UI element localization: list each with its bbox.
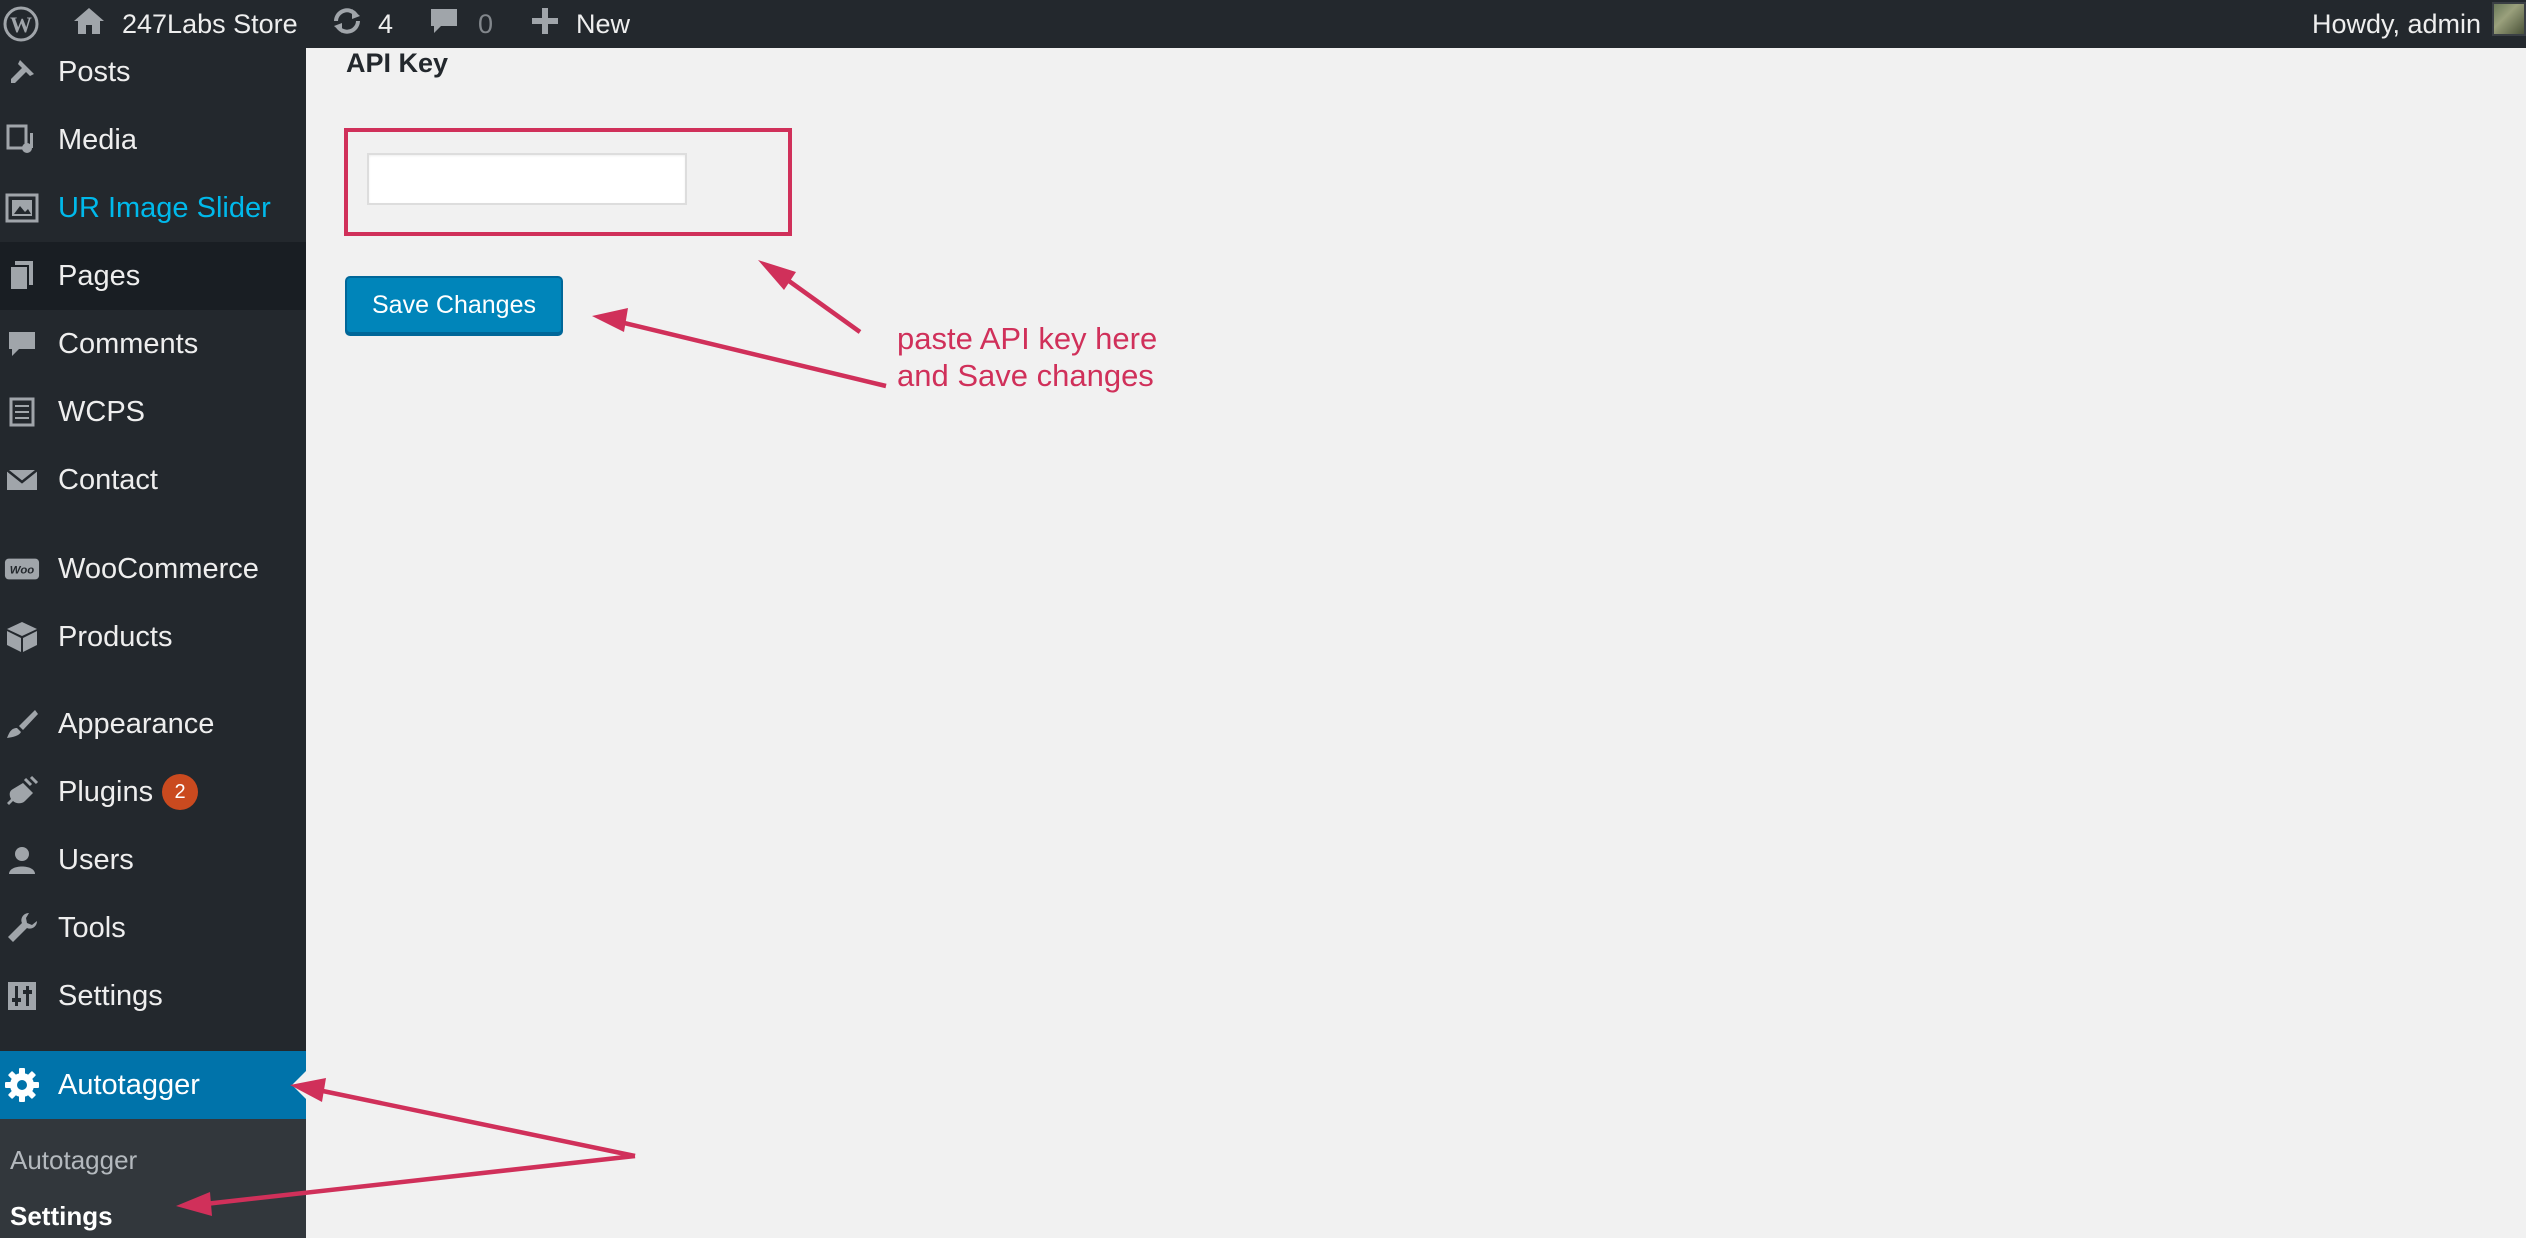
sidebar-item-label: Contact [58, 463, 158, 496]
sidebar-item-label: WooCommerce [58, 552, 259, 585]
sidebar-item-products[interactable]: Products [0, 603, 306, 671]
annotation-line-1: paste API key here [897, 321, 1158, 356]
gear-icon [4, 1067, 40, 1103]
sidebar-item-label: Autotagger [58, 1068, 200, 1101]
comment-icon [4, 326, 40, 362]
new-label: New [576, 8, 631, 39]
avatar[interactable] [2492, 2, 2526, 36]
sidebar-item-settings[interactable]: Settings [0, 962, 306, 1030]
admin-sidebar: Posts Media UR Image Slider Pages Commen… [0, 48, 306, 1238]
arrow-to-save [619, 319, 887, 389]
plug-icon [4, 774, 40, 810]
sidebar-item-label: Comments [58, 327, 199, 360]
sidebar-item-wcps[interactable]: WCPS [0, 378, 306, 446]
sidebar-item-label: Settings [58, 979, 163, 1012]
api-key-label: API Key [346, 48, 449, 78]
annotation-note: paste API key here and Save changes [897, 320, 1157, 394]
gallery-icon [4, 190, 40, 226]
pushpin-icon [4, 54, 40, 90]
user-icon [4, 842, 40, 878]
site-name: 247Labs Store [122, 8, 298, 39]
arrow-to-menu [317, 1087, 636, 1159]
sidebar-item-label: UR Image Slider [58, 191, 271, 224]
sidebar-item-ur-image-slider[interactable]: UR Image Slider [0, 174, 306, 242]
list-icon [4, 394, 40, 430]
comment-bubble-icon [428, 5, 460, 44]
plus-icon [530, 6, 560, 43]
sidebar-item-posts[interactable]: Posts [0, 38, 306, 106]
sidebar-item-tools[interactable]: Tools [0, 894, 306, 962]
box-icon [4, 619, 40, 655]
submenu-item-settings[interactable]: Settings [10, 1201, 113, 1232]
media-icon [4, 122, 40, 158]
sidebar-item-autotagger[interactable]: Autotagger [0, 1051, 306, 1119]
sidebar-item-contact[interactable]: Contact [0, 446, 306, 514]
sidebar-item-label: WCPS [58, 395, 145, 428]
woo-icon: Woo [4, 551, 40, 587]
mail-icon [4, 462, 40, 498]
sidebar-item-label: Products [58, 620, 173, 653]
sidebar-item-appearance[interactable]: Appearance [0, 690, 306, 758]
howdy-greeting: Howdy, admin [2312, 8, 2482, 39]
arrow-head-input [758, 260, 796, 290]
comments-count: 0 [478, 8, 494, 39]
sidebar-item-label: Users [58, 843, 134, 876]
sidebar-item-users[interactable]: Users [0, 826, 306, 894]
account-link[interactable]: Howdy, admin [2312, 0, 2481, 48]
submenu-item-autotagger[interactable]: Autotagger [10, 1145, 137, 1176]
sidebar-item-label: Pages [58, 259, 141, 292]
arrow-to-input [780, 274, 862, 334]
updates-link[interactable]: 4 [330, 0, 393, 48]
api-key-input[interactable] [367, 153, 687, 205]
refresh-icon [330, 4, 364, 45]
annotation-line-2: and Save changes [897, 358, 1154, 393]
new-content-link[interactable]: New [530, 0, 630, 48]
svg-text:Woo: Woo [10, 565, 34, 577]
sidebar-item-label: Posts [58, 55, 131, 88]
admin-bar: W 247Labs Store 4 0 New Howdy, admin [0, 0, 2526, 48]
comments-link[interactable]: 0 [428, 0, 493, 48]
sidebar-item-label: Appearance [58, 707, 215, 740]
svg-text:W: W [10, 12, 32, 37]
sidebar-item-label: Media [58, 123, 137, 156]
brush-icon [4, 706, 40, 742]
save-changes-button[interactable]: Save Changes [345, 276, 563, 334]
updates-count: 4 [378, 8, 394, 39]
sidebar-item-label: Plugins [58, 775, 154, 808]
plugin-updates-badge: 2 [162, 774, 198, 810]
sidebar-item-plugins[interactable]: Plugins 2 [0, 758, 306, 826]
sidebar-item-media[interactable]: Media [0, 106, 306, 174]
pages-icon [4, 258, 40, 294]
wrench-icon [4, 910, 40, 946]
arrow-head-save [592, 308, 628, 332]
sidebar-item-comments[interactable]: Comments [0, 310, 306, 378]
autotagger-submenu: Autotagger Settings [0, 1119, 306, 1238]
sidebar-item-pages[interactable]: Pages [0, 242, 306, 310]
sidebar-item-label: Tools [58, 911, 126, 944]
sidebar-item-woocommerce[interactable]: Woo WooCommerce [0, 535, 306, 603]
sliders-icon [4, 978, 40, 1014]
